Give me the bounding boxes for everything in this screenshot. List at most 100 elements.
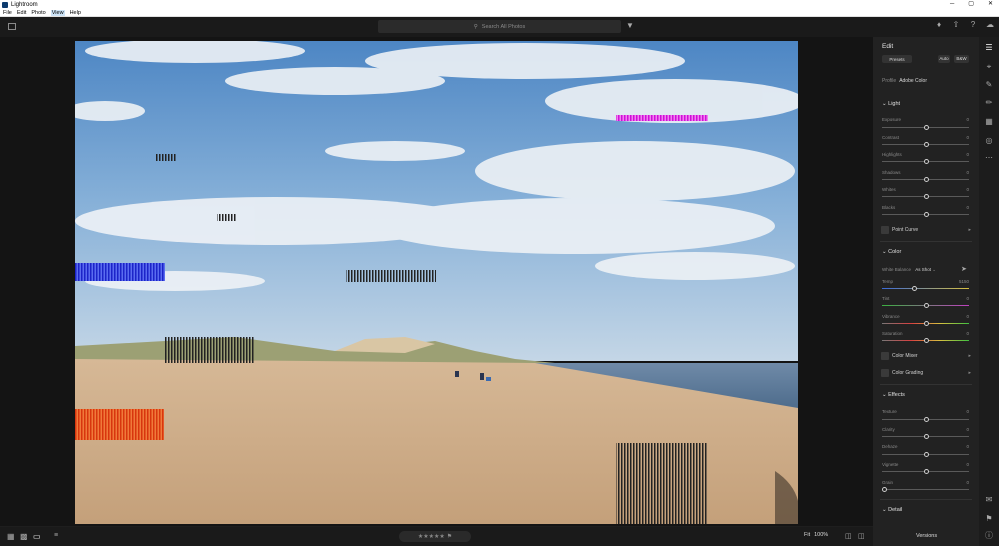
- more-icon[interactable]: ⋯: [984, 153, 994, 163]
- presets-button[interactable]: Presets: [882, 55, 912, 63]
- vibrance-knob[interactable]: [924, 321, 929, 326]
- dehaze-value[interactable]: 0: [966, 444, 969, 449]
- texture-value[interactable]: 0: [966, 409, 969, 414]
- title-bar: Lightroom ─ ▢ ✕: [0, 0, 999, 9]
- chevron-right-icon: ▸: [968, 353, 971, 359]
- exposure-knob[interactable]: [924, 125, 929, 130]
- tag-icon[interactable]: ⚑: [984, 514, 994, 524]
- temp-slider[interactable]: [882, 288, 969, 289]
- bell-icon[interactable]: ♦: [934, 20, 944, 29]
- dehaze-label: Dehaze: [882, 444, 898, 449]
- crop-icon[interactable]: ⌖: [984, 62, 994, 72]
- vignette-value[interactable]: 0: [966, 462, 969, 467]
- whites-value[interactable]: 0: [966, 187, 969, 192]
- menu-file[interactable]: File: [3, 10, 12, 16]
- texture-label: Texture: [882, 409, 897, 414]
- sort-icon[interactable]: ≡: [54, 532, 58, 539]
- vibrance-value[interactable]: 0: [966, 314, 969, 319]
- sidebar-toggle-icon[interactable]: [8, 23, 16, 30]
- beach-photo[interactable]: [75, 41, 798, 524]
- contrast-label: Contrast: [882, 135, 900, 140]
- tint-label: Tint: [882, 296, 890, 301]
- highlights-knob[interactable]: [924, 159, 929, 164]
- light-section-header[interactable]: ⌄ Light: [882, 101, 900, 107]
- divider: [880, 499, 972, 500]
- bw-button[interactable]: B&W: [954, 55, 969, 63]
- highlights-value[interactable]: 0: [966, 152, 969, 157]
- color-grading-icon: [881, 369, 889, 377]
- clarity-value[interactable]: 0: [966, 427, 969, 432]
- temp-knob[interactable]: [912, 286, 917, 291]
- window-title: Lightroom: [11, 1, 38, 8]
- chevron-right-icon: ▸: [968, 227, 971, 233]
- curve-icon: [881, 226, 889, 234]
- profile-row[interactable]: Profile Adobe Color: [882, 78, 927, 84]
- menu-view[interactable]: View: [50, 9, 65, 16]
- rating-control[interactable]: ★★★★★ ⚑: [399, 531, 471, 542]
- white-balance-label[interactable]: White Balance As Shot ⌄: [882, 267, 936, 273]
- cloud-icon[interactable]: ☁: [985, 20, 995, 29]
- exposure-value[interactable]: 0: [966, 117, 969, 122]
- color-mixer-row[interactable]: Color Mixer ▸: [881, 351, 971, 361]
- minimize-button[interactable]: ─: [950, 0, 954, 9]
- share-icon[interactable]: ⇧: [951, 20, 961, 29]
- info-icon[interactable]: ⓘ: [984, 531, 994, 541]
- blacks-knob[interactable]: [924, 212, 929, 217]
- brush-icon[interactable]: ✏: [984, 98, 994, 108]
- grid-view-icon[interactable]: ▦: [7, 532, 15, 541]
- compare-icon[interactable]: ◫: [845, 532, 852, 540]
- highlights-label: Highlights: [882, 152, 902, 157]
- saturation-value[interactable]: 0: [966, 331, 969, 336]
- chevron-right-icon: ▸: [968, 370, 971, 376]
- grain-label: Grain: [882, 480, 894, 485]
- detail-section-header[interactable]: ⌄ Detail: [882, 507, 902, 513]
- radial-gradient-icon[interactable]: ◎: [984, 136, 994, 146]
- linear-gradient-icon[interactable]: ▦: [984, 117, 994, 127]
- menu-edit[interactable]: Edit: [17, 10, 26, 16]
- search-field[interactable]: ⚲ Search All Photos: [378, 20, 621, 33]
- tint-value[interactable]: 0: [966, 296, 969, 301]
- auto-button[interactable]: Auto: [938, 55, 950, 63]
- temp-value[interactable]: 5150: [959, 279, 969, 284]
- point-curve-row[interactable]: Point Curve ▸: [881, 225, 971, 235]
- flag-icon[interactable]: ⚑: [447, 533, 452, 540]
- eyedropper-icon[interactable]: ➤: [961, 265, 967, 273]
- edit-panel: Edit Presets Auto B&W Profile Adobe Color…: [873, 37, 979, 546]
- color-section-header[interactable]: ⌄ Color: [882, 249, 901, 255]
- menu-photo[interactable]: Photo: [31, 10, 45, 16]
- filter-icon[interactable]: ▼: [626, 22, 634, 30]
- saturation-knob[interactable]: [924, 338, 929, 343]
- square-grid-icon[interactable]: ▩: [20, 532, 28, 541]
- clarity-knob[interactable]: [924, 434, 929, 439]
- rating-stars[interactable]: ★★★★★: [418, 533, 445, 540]
- tint-knob[interactable]: [924, 303, 929, 308]
- contrast-value[interactable]: 0: [966, 135, 969, 140]
- whites-knob[interactable]: [924, 194, 929, 199]
- healing-brush-icon[interactable]: ✎: [984, 80, 994, 90]
- maximize-button[interactable]: ▢: [968, 0, 974, 9]
- help-icon[interactable]: ?: [968, 20, 978, 29]
- vignette-knob[interactable]: [924, 469, 929, 474]
- divider: [880, 241, 972, 242]
- menu-help[interactable]: Help: [70, 10, 81, 16]
- zoom-level[interactable]: 100%: [814, 532, 828, 538]
- grain-value[interactable]: 0: [966, 480, 969, 485]
- comment-icon[interactable]: ✉: [984, 495, 994, 505]
- versions-button[interactable]: Versions: [916, 533, 937, 539]
- blacks-value[interactable]: 0: [966, 205, 969, 210]
- contrast-knob[interactable]: [924, 142, 929, 147]
- dehaze-knob[interactable]: [924, 452, 929, 457]
- detail-view-icon[interactable]: ▭: [33, 532, 41, 541]
- close-button[interactable]: ✕: [988, 0, 993, 9]
- blacks-label: Blacks: [882, 205, 896, 210]
- grain-knob[interactable]: [882, 487, 887, 492]
- color-grading-row[interactable]: Color Grading ▸: [881, 368, 971, 378]
- fit-button[interactable]: Fit: [804, 532, 810, 538]
- shadows-knob[interactable]: [924, 177, 929, 182]
- texture-knob[interactable]: [924, 417, 929, 422]
- edit-sliders-icon[interactable]: ☰: [984, 43, 994, 53]
- shadows-value[interactable]: 0: [966, 170, 969, 175]
- effects-section-header[interactable]: ⌄ Effects: [882, 392, 905, 398]
- grain-slider[interactable]: [882, 489, 969, 490]
- panel-icon[interactable]: ◫: [858, 532, 865, 540]
